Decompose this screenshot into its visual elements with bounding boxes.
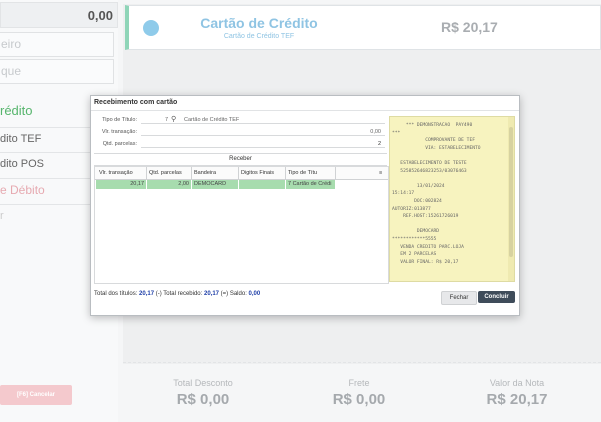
receipt-line: VENDA CREDITO PARC.LOJA (392, 244, 464, 250)
cell-vlr-transacao: 20,17 (96, 180, 146, 189)
total-frete: Frete R$ 0,00 (299, 378, 419, 408)
receipt-line: 15:14:17 (392, 191, 415, 197)
receipt-line: *** (392, 130, 401, 136)
receipt-line: EM 2 PARCELAS (392, 252, 437, 258)
payment-card-title: Cartão de Crédito (200, 15, 318, 31)
totals-summary: Total dos títulos: 20,17 (-) Total receb… (94, 291, 260, 297)
search-icon[interactable]: ⚲ (171, 115, 176, 123)
receipt-line: DOC:002824 (392, 199, 442, 204)
cancel-button[interactable]: [F6] Cancelar (0, 385, 72, 405)
payment-card-credit[interactable]: Cartão de Crédito Cartão de Crédito TEF … (125, 5, 601, 50)
modal-title: Recebimento com cartão (91, 96, 519, 111)
col-qtd-parcelas[interactable]: Qtd. parcelas (149, 170, 182, 176)
receipt-line: VIA: ESTABELECIMENTO (392, 145, 481, 151)
vlr-transacao-label: Vlr. transação: (101, 129, 137, 135)
total-frete-label: Frete (348, 378, 370, 388)
conclude-button[interactable]: Concluir (478, 291, 515, 303)
qtd-parcelas-value: 2 (377, 141, 381, 147)
receber-header: Receber (94, 153, 387, 166)
receipt-scrollbar[interactable] (508, 117, 514, 281)
tipo-titulo-field[interactable] (141, 115, 385, 124)
tipo-titulo-code: 7 (165, 117, 169, 123)
col-tipo-titulo[interactable]: Tipo de Títu (288, 170, 317, 176)
col-digitos-finais[interactable]: Digitos Finais (241, 170, 274, 176)
card-payment-modal: Recebimento com cartão Tipo de Título: 7… (90, 95, 520, 316)
payment-card-subtitle: Cartão de Crédito TEF (223, 33, 295, 40)
qtd-parcelas-field[interactable] (141, 139, 385, 148)
tipo-titulo-value: Cartão de Crédito TEF (184, 117, 240, 123)
qtd-parcelas-label: Qtd. parcelas: (102, 141, 137, 147)
payment-field-1[interactable]: eiro (0, 32, 114, 57)
cell-qtd-parcelas: 2,00 (146, 180, 191, 189)
left-total-field[interactable]: 0,00 (0, 2, 118, 28)
col-bandeira[interactable]: Bandeira (194, 170, 216, 176)
transactions-grid: Vlr. transação Qtd. parcelas Bandeira Di… (94, 166, 389, 284)
total-valor-nota: Valor da Nota R$ 20,17 (457, 378, 577, 408)
grid-menu-icon[interactable]: ≡ (379, 170, 382, 176)
col-vlr-transacao[interactable]: Vlr. transação (99, 170, 133, 176)
receipt-line: AUTORIZ:013877 (392, 206, 431, 212)
vlr-transacao-field[interactable] (141, 127, 385, 136)
total-frete-value: R$ 0,00 (332, 391, 386, 408)
grid-header: Vlr. transação Qtd. parcelas Bandeira Di… (95, 167, 388, 180)
cell-bandeira: DEMOCARD (191, 180, 238, 189)
total-desconto-label: Total Desconto (173, 378, 233, 388)
cell-tipo-titulo: 7 Cartão de Crédi (285, 180, 335, 189)
col-divider (238, 167, 239, 179)
saldo-label: Saldo: (229, 291, 247, 297)
receipt-line: ESTABELECIMENTO DE TESTE (392, 161, 467, 166)
minus-sign: (-) (155, 291, 162, 297)
cell-digitos-finais (238, 180, 285, 189)
total-titulos-label: Total dos títulos: (94, 291, 138, 297)
receipt-line: 13/01/2024 (392, 183, 445, 189)
total-titulos-value: 20,17 (139, 291, 155, 297)
saldo-value: 0,00 (248, 291, 261, 297)
selected-radio-icon[interactable] (143, 20, 159, 36)
receipt-line: DEMOCARD (392, 229, 440, 235)
tipo-titulo-label: Tipo de Título: (102, 117, 137, 123)
total-valor-nota-value: R$ 20,17 (486, 391, 548, 408)
total-valor-nota-label: Valor da Nota (489, 378, 545, 388)
receipt-scroll-thumb[interactable] (509, 127, 513, 257)
table-row[interactable]: 20,17 2,00 DEMOCARD 7 Cartão de Crédi (96, 180, 336, 189)
close-button[interactable]: Fechar (441, 291, 477, 305)
receipt-line: REF.HOST:15261726019 (392, 214, 459, 220)
receipt-line: *** DEMONSTRACAO PAY490 (392, 123, 473, 128)
receipt-line: COMPROVANTE DE TEF (392, 138, 475, 144)
left-total-value: 0,00 (87, 8, 113, 23)
receipt-line: 525852646823253/03076463 (392, 168, 467, 174)
divider (123, 362, 601, 365)
col-divider (146, 167, 147, 179)
tef-receipt: *** DEMONSTRACAO PAY490 *** COMPROVANTE D… (389, 116, 515, 282)
total-desconto: Total Desconto R$ 0,00 (143, 378, 263, 408)
total-desconto-value: R$ 0,00 (176, 391, 230, 408)
payment-field-2[interactable]: que (0, 59, 114, 84)
col-divider (285, 167, 286, 179)
col-divider (335, 167, 336, 179)
total-recebido-label: Total recebido: (163, 291, 203, 297)
total-recebido-value: 20,17 (203, 291, 219, 297)
equals-sign: (=) (220, 291, 229, 297)
payment-card-amount: R$ 20,17 (441, 19, 498, 35)
receipt-line: ************5555 (392, 237, 437, 242)
vlr-transacao-value: 0,00 (370, 129, 381, 135)
col-divider (191, 167, 192, 179)
receipt-line: VALOR FINAL: R$ 20,17 (392, 259, 459, 265)
